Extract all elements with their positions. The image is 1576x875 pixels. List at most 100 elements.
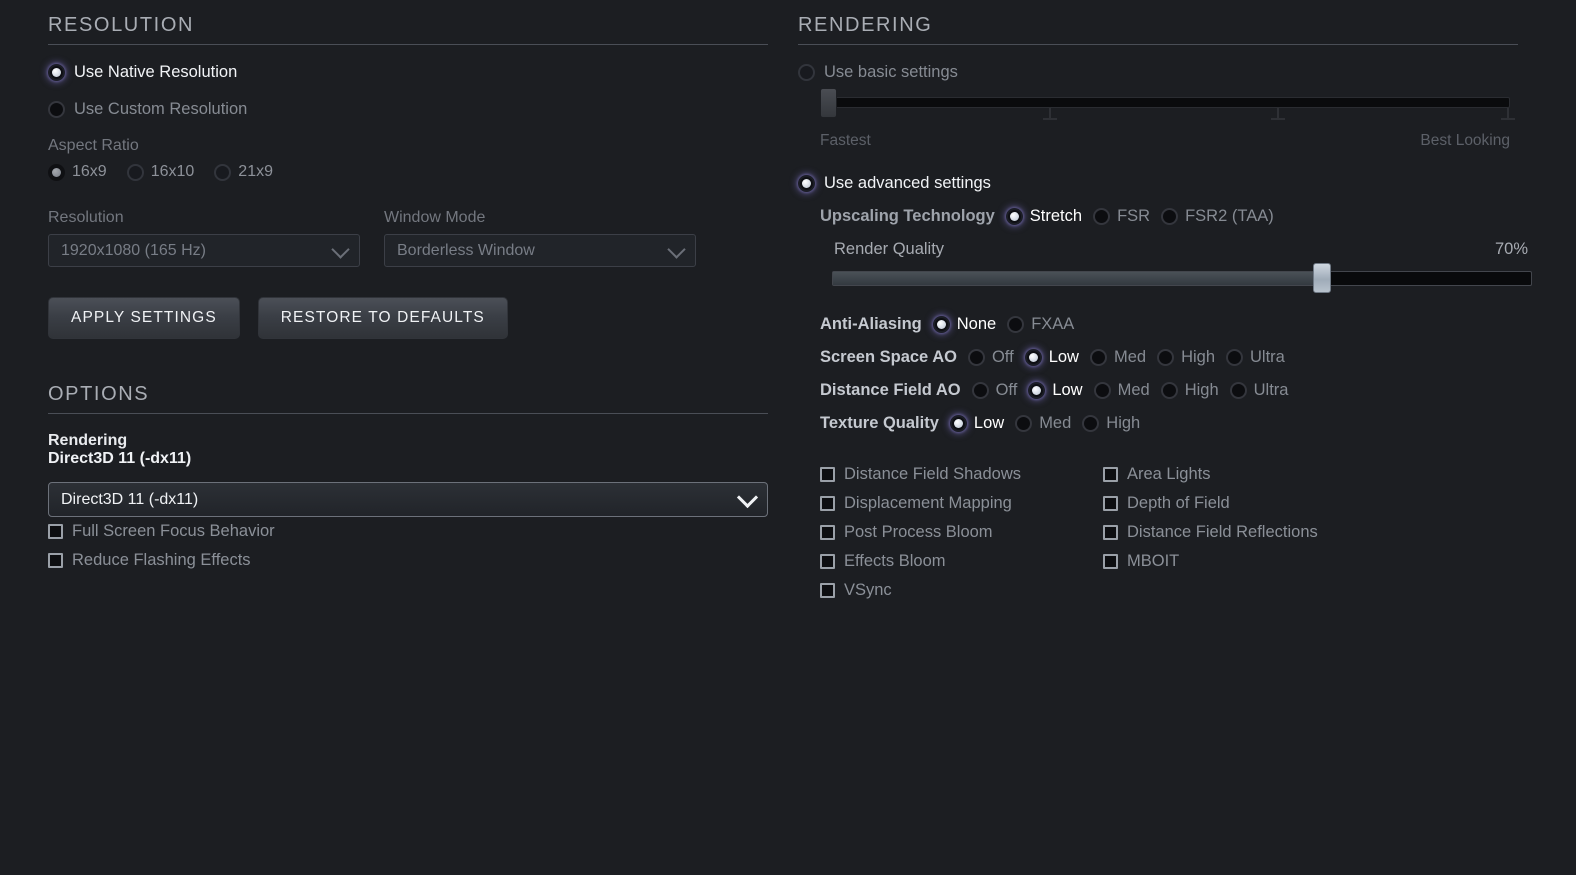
screen-space-ao-option-high[interactable]: High [1157,348,1215,367]
checkbox-indicator[interactable] [1103,496,1118,511]
feature-toggle-effects-bloom[interactable]: Effects Bloom [820,552,1103,571]
radio-indicator[interactable] [1082,415,1100,432]
radio-indicator[interactable] [1005,208,1023,225]
radio-advanced-settings[interactable] [798,175,815,192]
radio-indicator[interactable] [967,349,985,366]
rendering-api-select[interactable]: Direct3D 11 (-dx11) [48,482,768,517]
option-label: Med [1113,348,1147,366]
use-basic-settings-option[interactable]: Use basic settings [798,63,1528,82]
feature-toggle-distance-field-reflections[interactable]: Distance Field Reflections [1103,523,1318,542]
radio-indicator[interactable] [1015,415,1033,432]
use-basic-settings-label: Use basic settings [824,63,958,81]
upscaling-option-stretch[interactable]: Stretch [1005,207,1082,226]
screen-space-ao-option-med[interactable]: Med [1089,348,1147,367]
checkbox-indicator[interactable] [48,524,63,539]
restore-defaults-button[interactable]: RESTORE TO DEFAULTS [257,297,508,339]
render-quality-slider[interactable] [832,263,1532,293]
apply-settings-button[interactable]: APPLY SETTINGS [48,297,240,339]
checkbox-label: Distance Field Reflections [1127,523,1318,541]
radio-indicator[interactable] [1093,382,1111,399]
feature-toggle-mboit[interactable]: MBOIT [1103,552,1318,571]
radio-indicator[interactable] [932,316,950,333]
checkbox-indicator[interactable] [820,554,835,569]
resolution-mode-use-native-resolution[interactable]: Use Native Resolution [48,63,768,82]
basic-slider-labels: Fastest Best Looking [820,132,1510,150]
anti-aliasing-option-none[interactable]: None [932,315,997,334]
aspect-ratio-label: 16x9 [72,163,107,180]
checkbox-indicator[interactable] [48,553,63,568]
radio-indicator[interactable] [48,163,65,181]
radio-indicator[interactable] [1028,382,1046,399]
radio-basic-settings[interactable] [798,64,815,81]
distance-field-ao-option-high[interactable]: High [1160,381,1219,400]
distance-field-ao-option-low[interactable]: Low [1028,381,1083,400]
radio-indicator[interactable] [949,415,967,432]
radio-indicator[interactable] [1161,208,1179,225]
checkbox-indicator[interactable] [1103,554,1118,569]
resolution-mode-use-custom-resolution[interactable]: Use Custom Resolution [48,100,768,119]
distance-field-ao-option-med[interactable]: Med [1093,381,1150,400]
feature-toggle-distance-field-shadows[interactable]: Distance Field Shadows [820,465,1103,484]
checkbox-indicator[interactable] [1103,525,1118,540]
radio-indicator[interactable] [1160,382,1178,399]
upscaling-technology-label: Upscaling Technology [820,207,995,225]
use-advanced-settings-option[interactable]: Use advanced settings [798,174,1528,193]
radio-indicator[interactable] [1007,316,1025,333]
basic-slider-tick [1043,108,1057,120]
render-quality-handle[interactable] [1313,263,1331,293]
checkbox-label: Displacement Mapping [844,494,1012,512]
quality-row-label: Texture Quality [820,414,939,432]
settings-screen: RESOLUTION Use Native Resolution Use Cust… [0,0,1576,875]
checkbox-indicator[interactable] [820,525,835,540]
basic-slider-handle[interactable] [820,88,837,118]
radio-indicator[interactable] [48,64,65,81]
feature-toggle-displacement-mapping[interactable]: Displacement Mapping [820,494,1103,513]
radio-indicator[interactable] [214,163,232,181]
aspect-ratio-16x10[interactable]: 16x10 [126,163,194,181]
window-mode-select[interactable]: Borderless Window [384,234,696,267]
radio-indicator[interactable] [126,163,144,181]
option-label: None [956,315,997,333]
option-label: Med [1117,381,1150,399]
texture-quality-option-low[interactable]: Low [949,414,1004,433]
resolution-actions: APPLY SETTINGS RESTORE TO DEFAULTS [48,297,768,339]
aspect-ratio-16x9[interactable]: 16x9 [48,163,107,181]
radio-indicator[interactable] [1226,349,1244,366]
texture-quality-option-med[interactable]: Med [1015,414,1071,433]
option-toggle-full-screen-focus-behavior[interactable]: Full Screen Focus Behavior [48,522,768,541]
option-toggle-reduce-flashing-effects[interactable]: Reduce Flashing Effects [48,551,768,570]
screen-space-ao-option-off[interactable]: Off [967,348,1014,367]
radio-indicator[interactable] [1024,349,1042,366]
radio-indicator[interactable] [971,382,989,399]
feature-toggle-vsync[interactable]: VSync [820,581,1103,600]
feature-toggle-area-lights[interactable]: Area Lights [1103,465,1318,484]
anti-aliasing-option-fxaa[interactable]: FXAA [1007,315,1074,334]
checkbox-indicator[interactable] [1103,467,1118,482]
aspect-ratio-21x9[interactable]: 21x9 [214,163,273,181]
texture-quality-option-high[interactable]: High [1082,414,1140,433]
checkbox-indicator[interactable] [820,467,835,482]
resolution-select[interactable]: 1920x1080 (165 Hz) [48,234,360,267]
feature-toggle-depth-of-field[interactable]: Depth of Field [1103,494,1318,513]
left-column: RESOLUTION Use Native Resolution Use Cust… [48,14,768,580]
basic-quality-slider[interactable] [820,88,1515,120]
radio-indicator[interactable] [1229,382,1247,399]
rendering-heading: RENDERING [798,14,933,36]
screen-space-ao-option-ultra[interactable]: Ultra [1226,348,1285,367]
distance-field-ao-option-ultra[interactable]: Ultra [1229,381,1288,400]
radio-indicator[interactable] [1089,349,1107,366]
radio-indicator[interactable] [1157,349,1175,366]
chevron-down-icon [667,239,686,259]
checkbox-label: Effects Bloom [844,552,946,570]
feature-toggle-post-process-bloom[interactable]: Post Process Bloom [820,523,1103,542]
option-label: High [1184,381,1219,399]
upscaling-option-fsr2-taa[interactable]: FSR2 (TAA) [1161,207,1274,226]
checkbox-label: Full Screen Focus Behavior [72,522,275,540]
checkbox-indicator[interactable] [820,496,835,511]
radio-indicator[interactable] [1093,208,1111,225]
radio-indicator[interactable] [48,101,65,118]
screen-space-ao-option-low[interactable]: Low [1024,348,1079,367]
distance-field-ao-option-off[interactable]: Off [971,381,1017,400]
upscaling-option-fsr[interactable]: FSR [1093,207,1150,226]
checkbox-indicator[interactable] [820,583,835,598]
